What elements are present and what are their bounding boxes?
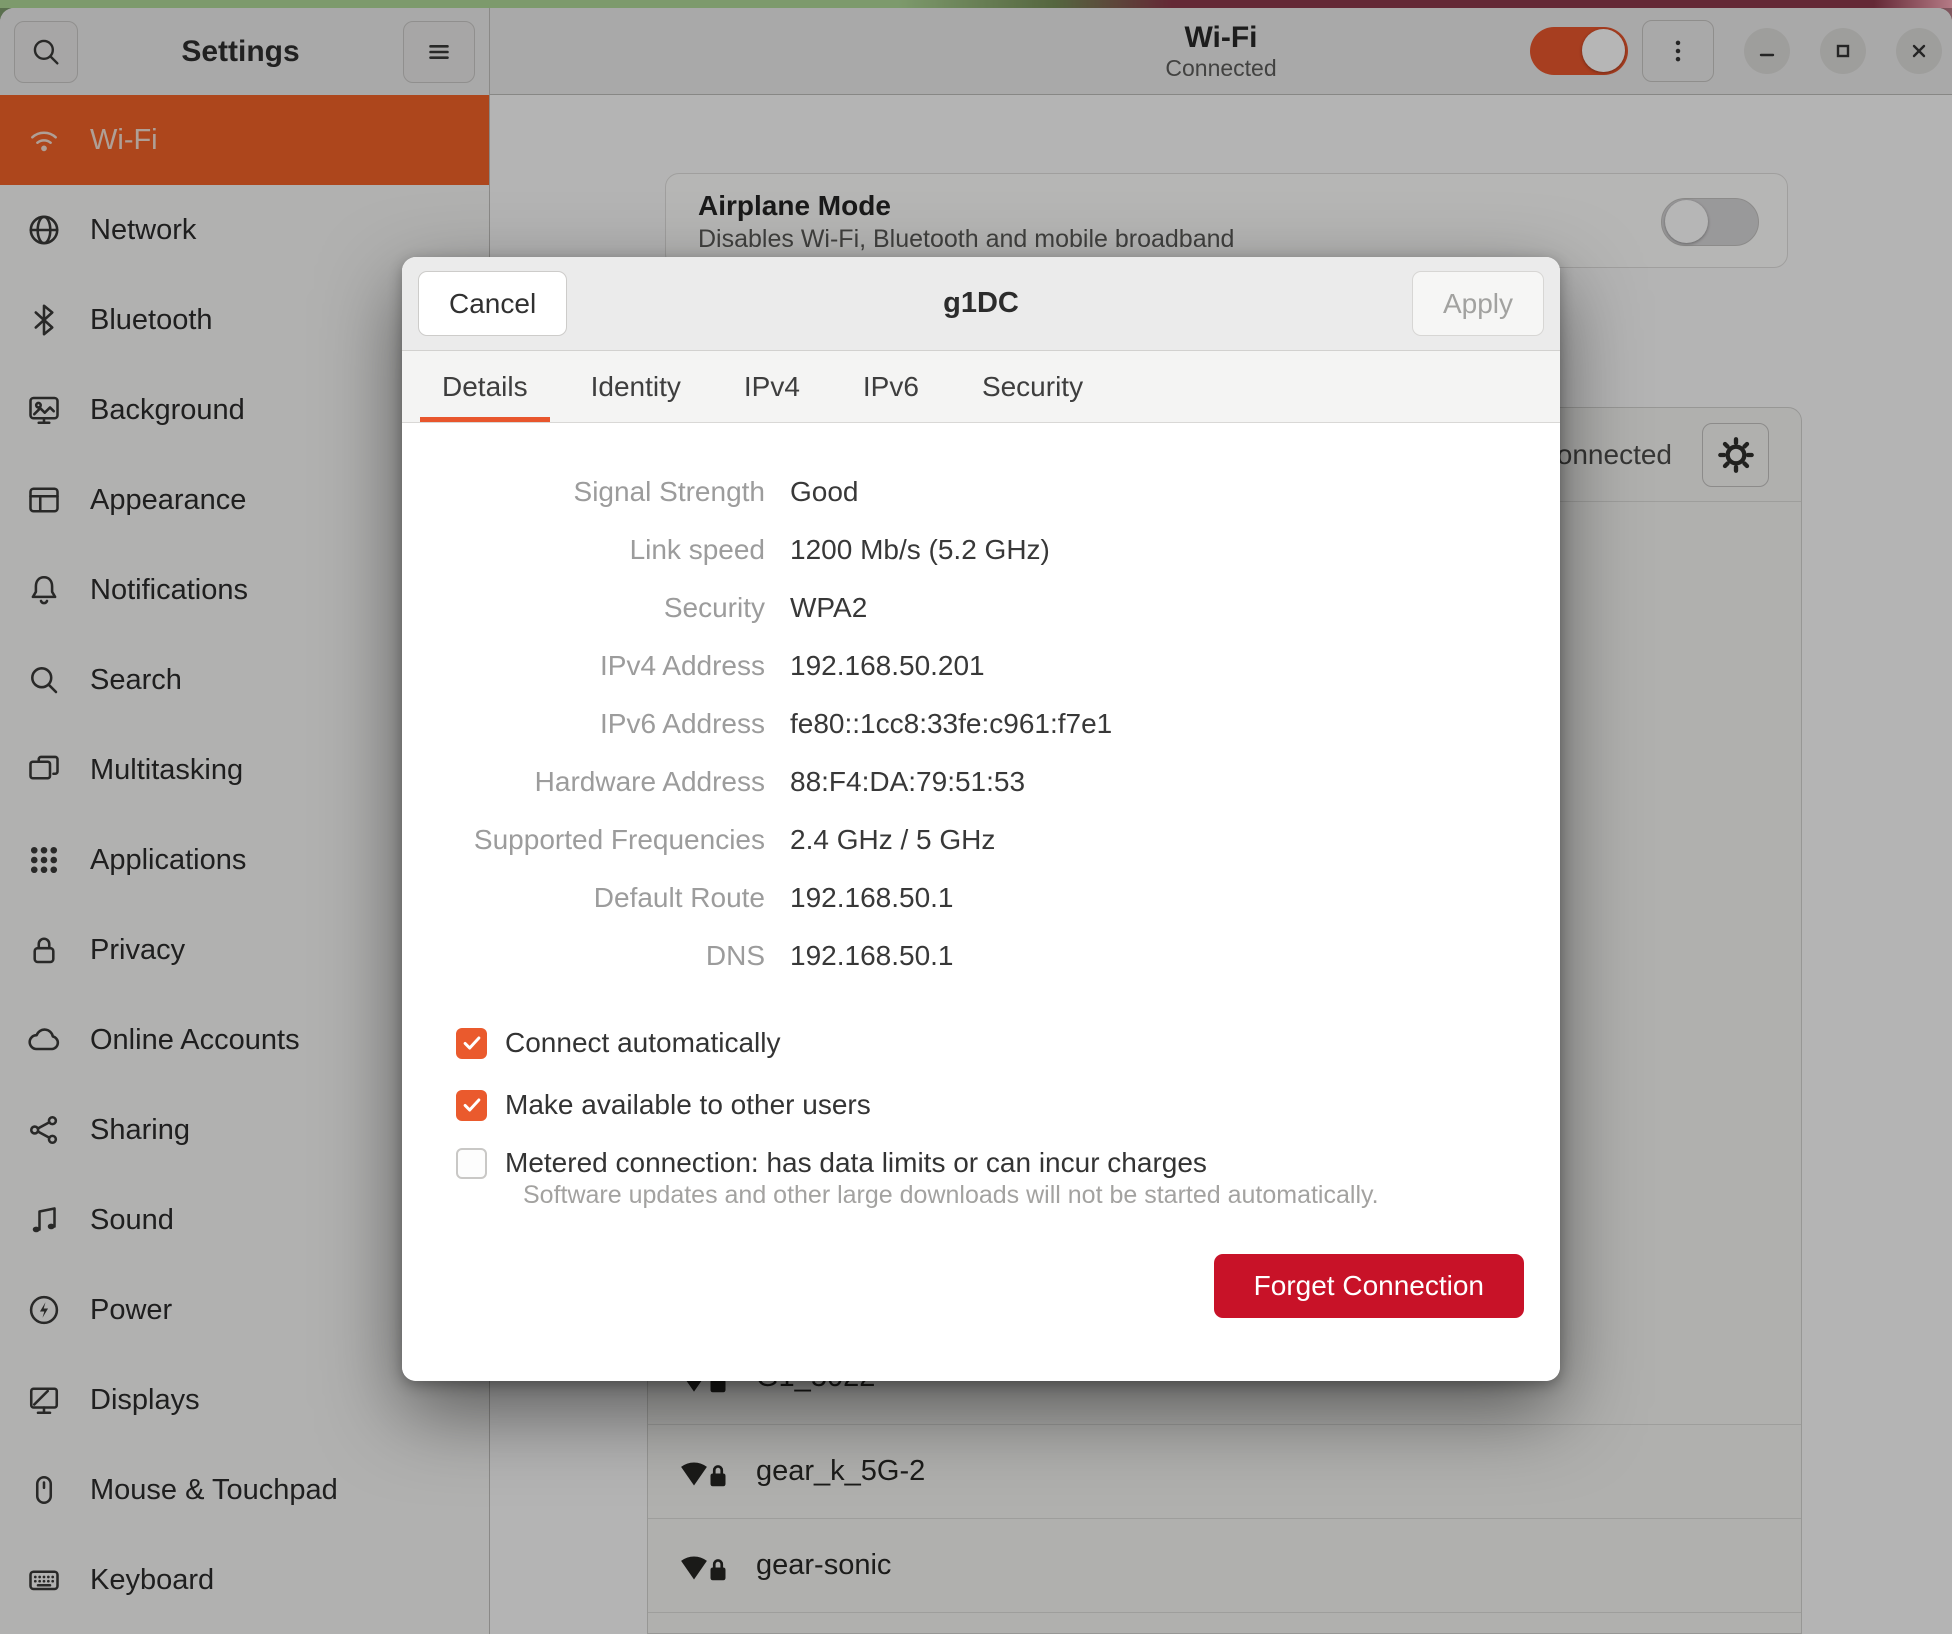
detail-value: Good xyxy=(790,463,1524,521)
screen: Settings Wi-Fi Network Bluetooth xyxy=(0,0,1952,1634)
checkbox-checked-icon[interactable] xyxy=(456,1028,487,1059)
metered-connection-row[interactable]: Metered connection: has data limits or c… xyxy=(456,1147,1524,1179)
checkbox-checked-icon[interactable] xyxy=(456,1090,487,1121)
details-grid: Signal Strength Good Link speed 1200 Mb/… xyxy=(438,463,1524,985)
tab-identity[interactable]: Identity xyxy=(569,351,703,422)
forget-row: Forget Connection xyxy=(438,1254,1524,1318)
checkbox-label: Make available to other users xyxy=(505,1089,871,1121)
detail-label: IPv4 Address xyxy=(438,637,765,695)
cancel-button[interactable]: Cancel xyxy=(418,271,567,336)
metered-connection-subtitle: Software updates and other large downloa… xyxy=(523,1181,1524,1210)
detail-value: 2.4 GHz / 5 GHz xyxy=(790,811,1524,869)
detail-value: 192.168.50.1 xyxy=(790,869,1524,927)
apply-button[interactable]: Apply xyxy=(1412,271,1544,336)
detail-value: fe80::1cc8:33fe:c961:f7e1 xyxy=(790,695,1524,753)
detail-label: IPv6 Address xyxy=(438,695,765,753)
forget-connection-button[interactable]: Forget Connection xyxy=(1214,1254,1524,1318)
detail-label: DNS xyxy=(438,927,765,985)
checkbox-label: Connect automatically xyxy=(505,1027,780,1059)
detail-label: Supported Frequencies xyxy=(438,811,765,869)
make-available-row[interactable]: Make available to other users xyxy=(456,1089,1524,1121)
tab-ipv4[interactable]: IPv4 xyxy=(722,351,822,422)
detail-label: Default Route xyxy=(438,869,765,927)
dialog-title: g1DC xyxy=(943,287,1019,320)
detail-label: Signal Strength xyxy=(438,463,765,521)
tab-ipv6[interactable]: IPv6 xyxy=(841,351,941,422)
connect-automatically-row[interactable]: Connect automatically xyxy=(456,1027,1524,1059)
detail-value: 1200 Mb/s (5.2 GHz) xyxy=(790,521,1524,579)
checkbox-unchecked-icon[interactable] xyxy=(456,1148,487,1179)
checkbox-label: Metered connection: has data limits or c… xyxy=(505,1147,1207,1179)
dialog-headerbar: Cancel g1DC Apply xyxy=(402,257,1560,351)
detail-label: Hardware Address xyxy=(438,753,765,811)
detail-value: 192.168.50.201 xyxy=(790,637,1524,695)
tab-details[interactable]: Details xyxy=(420,351,550,422)
detail-value: 88:F4:DA:79:51:53 xyxy=(790,753,1524,811)
detail-value: WPA2 xyxy=(790,579,1524,637)
detail-label: Link speed xyxy=(438,521,765,579)
detail-value: 192.168.50.1 xyxy=(790,927,1524,985)
tab-security[interactable]: Security xyxy=(960,351,1105,422)
dialog-tabs: Details Identity IPv4 IPv6 Security xyxy=(402,351,1560,423)
dialog-body: Signal Strength Good Link speed 1200 Mb/… xyxy=(402,423,1560,1381)
detail-label: Security xyxy=(438,579,765,637)
wifi-details-dialog: Cancel g1DC Apply Details Identity IPv4 … xyxy=(402,257,1560,1381)
